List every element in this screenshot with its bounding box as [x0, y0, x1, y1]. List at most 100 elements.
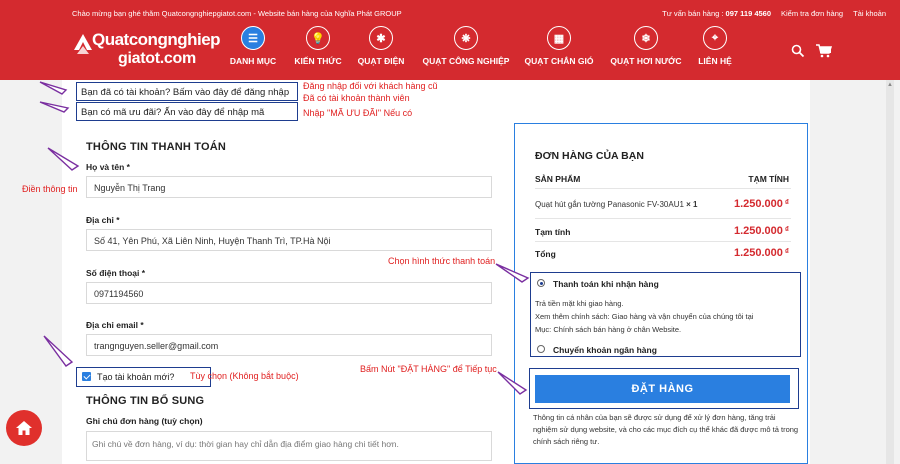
- pay-bank-label[interactable]: Chuyển khoản ngân hàng: [553, 345, 657, 355]
- nav-label: QUẠT ĐIỆN: [357, 56, 405, 66]
- check-order-link[interactable]: Kiểm tra đơn hàng: [781, 9, 843, 18]
- required-mark: *: [116, 215, 120, 225]
- email-label: Địa chỉ email *: [86, 320, 144, 330]
- lightbulb-icon: 💡: [306, 26, 330, 50]
- divider: [535, 188, 791, 189]
- nav-label: QUẠT CHẮN GIÓ: [524, 56, 594, 66]
- welcome-text: Chào mừng bạn ghé thăm Quatcongnghiepgia…: [72, 9, 402, 18]
- name-label: Họ và tên *: [86, 162, 130, 172]
- notes-textarea[interactable]: Ghi chú về đơn hàng, ví dụ: thời gian ha…: [86, 431, 492, 461]
- subtotal-price: 1.250.000 ₫: [734, 225, 789, 237]
- payment-methods: Thanh toán khi nhận hàng Trả tiền mặt kh…: [530, 272, 801, 357]
- nav-label: QUẠT HƠI NƯỚC: [610, 56, 682, 66]
- radio-cod[interactable]: [537, 279, 545, 287]
- address-input[interactable]: Số 41, Yên Phú, Xã Liên Ninh, Huyện Than…: [86, 229, 492, 251]
- pay-cod-label[interactable]: Thanh toán khi nhận hàng: [553, 279, 659, 289]
- annotation-arrow-login: [39, 81, 70, 113]
- pay-cod-desc-1: Trả tiền mặt khi giao hàng.: [535, 299, 624, 308]
- annotation-arrow-order: [497, 371, 528, 395]
- label-text: Địa chỉ email: [86, 320, 138, 330]
- nav-label: QUẠT CÔNG NGHIỆP: [422, 56, 510, 66]
- divider: [535, 218, 791, 219]
- industrial-fan-icon: ❋: [454, 26, 478, 50]
- product-name: Quạt hút gắn tường Panasonic FV-30AU1: [535, 200, 684, 209]
- required-mark: *: [126, 162, 130, 172]
- annotation-fill-info: Điền thông tin: [22, 184, 78, 194]
- nav-quat-dien[interactable]: ✱ QUẠT ĐIỆN: [355, 26, 407, 66]
- pay-cod-desc-3: Mục: Chính sách bán hàng ở chân Website.: [535, 325, 682, 334]
- required-mark: *: [140, 320, 144, 330]
- hotline-number: 097 119 4560: [725, 9, 772, 18]
- hotline[interactable]: Tư vấn bán hàng : 097 119 4560: [662, 9, 771, 18]
- annotation-arrow-fill: [47, 147, 80, 171]
- home-icon: [16, 421, 32, 435]
- col-subtotal: TẠM TÍNH: [748, 174, 789, 184]
- login-notice[interactable]: Bạn đã có tài khoản? Bấm vào đây để đăng…: [76, 82, 298, 101]
- nav-danh-muc[interactable]: ☰ DANH MỤC: [228, 26, 278, 66]
- nav-quat-chan-gio[interactable]: ▦ QUẠT CHẮN GIÓ: [522, 26, 596, 66]
- label-text: Địa chỉ: [86, 215, 114, 225]
- site-header: Chào mừng bạn ghé thăm Quatcongnghiepgia…: [0, 0, 900, 80]
- top-info-bar: Chào mừng bạn ghé thăm Quatcongnghiepgia…: [0, 0, 900, 24]
- required-mark: *: [141, 268, 146, 278]
- label-text: Họ và tên: [86, 162, 125, 172]
- additional-title: THÔNG TIN BỔ SUNG: [86, 395, 205, 407]
- home-button[interactable]: [6, 410, 42, 446]
- air-curtain-icon: ▦: [547, 26, 571, 50]
- nav-quat-hoi-nuoc[interactable]: ❄ QUẠT HƠI NƯỚC: [608, 26, 684, 66]
- annotation-optional: Tùy chọn (Không bắt buộc): [190, 371, 299, 381]
- create-account-checkbox[interactable]: [82, 372, 91, 381]
- price-value: 1.250.000: [733, 247, 783, 259]
- billing-title: THÔNG TIN THANH TOÁN: [86, 141, 227, 153]
- order-title: ĐƠN HÀNG CỦA BẠN: [535, 150, 644, 162]
- notes-label: Ghi chú đơn hàng (tuỳ chọn): [86, 416, 203, 426]
- annotation-payment: Chọn hình thức thanh toán: [388, 256, 496, 266]
- cart-icon[interactable]: [816, 44, 832, 58]
- scroll-up-icon[interactable]: ▲: [887, 82, 893, 88]
- annotation-arrow-payment: [495, 263, 530, 283]
- price-value: 1.250.000: [733, 225, 783, 237]
- name-input[interactable]: Nguyễn Thị Trang: [86, 176, 492, 198]
- product-price: 1.250.000 ₫: [734, 198, 789, 210]
- create-account-label: Tạo tài khoản mới?: [97, 372, 175, 382]
- product-qty: × 1: [686, 200, 698, 209]
- phone-input[interactable]: 0971194560: [86, 282, 492, 304]
- main-nav: ☰ DANH MỤC 💡 KIẾN THỨC ✱ QUẠT ĐIỆN ❋ QUẠ…: [0, 26, 900, 76]
- col-product: SẢN PHẨM: [535, 174, 581, 184]
- coupon-notice[interactable]: Bạn có mã ưu đãi? Ấn vào đây để nhập mã: [76, 102, 298, 121]
- radio-bank-transfer[interactable]: [537, 345, 545, 353]
- email-input[interactable]: trangnguyen.seller@gmail.com: [86, 334, 492, 356]
- hotline-label: Tư vấn bán hàng :: [662, 9, 724, 18]
- annotation-login-1: Đăng nhập đối với khách hàng cũ: [303, 81, 438, 91]
- nav-quat-cong-nghiep[interactable]: ❋ QUẠT CÔNG NGHIỆP: [418, 26, 514, 66]
- annotation-coupon: Nhập "MÃ ƯU ĐÃI" Nếu có: [303, 108, 413, 118]
- pay-cod-desc-2: Xem thêm chính sách: Giao hàng và vận ch…: [535, 312, 754, 321]
- place-order-box: ĐẶT HÀNG: [529, 368, 799, 409]
- nav-lien-he[interactable]: ⌖ LIÊN HỆ: [694, 26, 736, 66]
- label-text: Số điện thoại: [86, 268, 140, 278]
- nav-label: LIÊN HỆ: [698, 56, 732, 66]
- nav-label: DANH MỤC: [229, 56, 277, 66]
- fan-icon: ✱: [369, 26, 393, 50]
- annotation-arrow-create-account: [43, 335, 74, 367]
- total-price: 1.250.000 ₫: [734, 247, 789, 259]
- annotation-order-button: Bấm Nút "ĐẶT HÀNG" để Tiếp tục: [360, 364, 497, 374]
- account-link[interactable]: Tài khoản: [853, 9, 886, 18]
- subtotal-label: Tạm tính: [535, 227, 571, 237]
- location-pin-icon: ⌖: [703, 26, 727, 50]
- annotation-login-2: Đã có tài khoản thành viên: [303, 93, 410, 103]
- top-links: Tư vấn bán hàng : 097 119 4560 Kiểm tra …: [662, 9, 886, 18]
- place-order-button[interactable]: ĐẶT HÀNG: [535, 375, 790, 403]
- total-label: Tổng: [535, 249, 556, 259]
- privacy-notice: Thông tin cá nhân của bạn sẽ được sử dụn…: [533, 413, 799, 446]
- snowflake-icon: ❄: [634, 26, 658, 50]
- divider: [535, 241, 791, 242]
- currency-symbol: ₫: [784, 198, 789, 207]
- search-icon[interactable]: [791, 44, 805, 58]
- currency-symbol: ₫: [784, 225, 789, 234]
- scrollbar[interactable]: ▲: [886, 80, 894, 464]
- nav-kien-thuc[interactable]: 💡 KIẾN THỨC: [292, 26, 344, 66]
- product-line: Quạt hút gắn tường Panasonic FV-30AU1 × …: [535, 200, 698, 209]
- address-label: Địa chỉ *: [86, 215, 120, 225]
- menu-icon: ☰: [241, 26, 265, 50]
